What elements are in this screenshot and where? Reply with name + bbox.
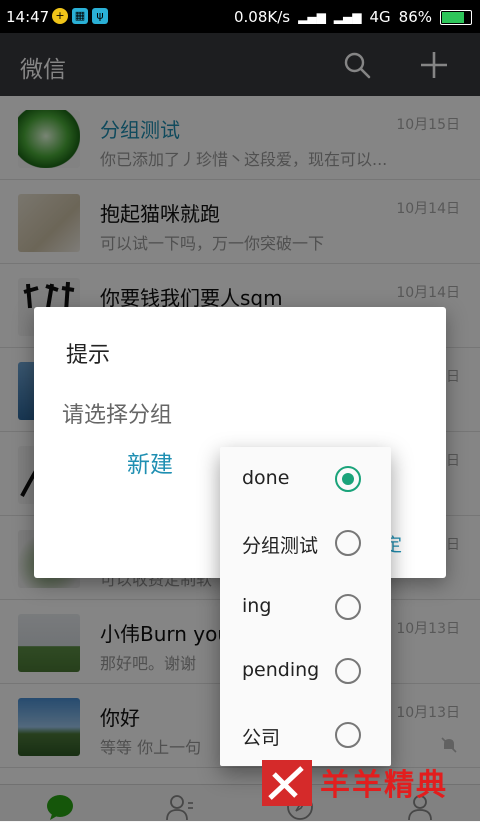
radio-unselected[interactable]	[335, 530, 361, 556]
status-right: 0.08K/s ▂▄▆ ▂▄▆ 4G 86%	[234, 8, 472, 26]
radio-selected[interactable]	[335, 466, 361, 492]
battery-icon	[440, 9, 472, 25]
network-speed: 0.08K/s	[234, 8, 291, 26]
group-option-test[interactable]: 分组测试	[220, 511, 391, 575]
radio-unselected[interactable]	[335, 594, 361, 620]
battery-fill	[442, 11, 464, 23]
group-option-company[interactable]: 公司	[220, 703, 391, 767]
radio-unselected[interactable]	[335, 658, 361, 684]
group-choice-popup: done 分组测试 ing pending 公司	[220, 447, 391, 766]
network-type: 4G	[369, 8, 391, 26]
option-label: done	[242, 467, 290, 489]
qr-app-icon: ▦	[72, 8, 88, 24]
option-label: 公司	[242, 727, 281, 749]
radio-unselected[interactable]	[335, 722, 361, 748]
status-bar: 14:47 + ▦ ψ 0.08K/s ▂▄▆ ▂▄▆ 4G 86%	[0, 0, 480, 33]
signal-icon-2: ▂▄▆	[333, 10, 362, 24]
group-option-ing[interactable]: ing	[220, 575, 391, 639]
dialog-title: 提示	[66, 343, 111, 368]
option-label: 分组测试	[242, 535, 319, 557]
new-group-button[interactable]: 新建	[127, 445, 173, 479]
battery-percent: 86%	[398, 8, 432, 26]
usb-icon: ψ	[92, 8, 108, 24]
dialog-message: 请选择分组	[62, 403, 173, 428]
group-option-pending[interactable]: pending	[220, 639, 391, 703]
notification-icons: + ▦ ψ	[52, 8, 108, 24]
plus-badge-icon: +	[52, 8, 68, 24]
group-option-done[interactable]: done	[220, 447, 391, 511]
status-time: 14:47	[6, 8, 50, 26]
watermark: 羊羊精典	[262, 760, 472, 808]
option-label: ing	[242, 595, 272, 617]
signal-icon: ▂▄▆	[298, 10, 326, 24]
watermark-logo-icon	[262, 760, 312, 806]
watermark-text: 羊羊精典	[320, 768, 448, 803]
option-label: pending	[242, 659, 320, 681]
